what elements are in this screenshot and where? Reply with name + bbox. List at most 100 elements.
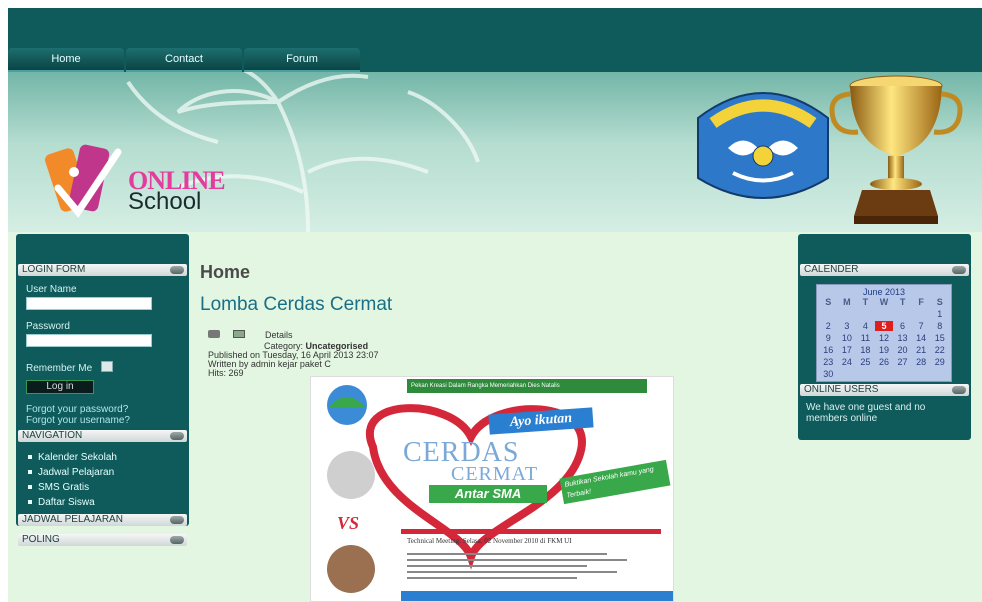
tab-contact[interactable]: Contact <box>126 48 242 72</box>
main-content: Home Lomba Cerdas Cermat Details Categor… <box>200 234 790 602</box>
calendar-blank-cell <box>856 309 875 319</box>
page: Home Contact Forum ONLINE School LOGIN F… <box>8 8 982 602</box>
email-icon[interactable] <box>232 330 245 338</box>
left-sidebar: LOGIN FORM User Name Password Remember M… <box>16 234 189 546</box>
nav-item-daftar-siswa[interactable]: Daftar Siswa <box>28 495 189 510</box>
calendar-title-text: CALENDER <box>804 264 859 275</box>
calendar-day[interactable]: 27 <box>893 357 912 367</box>
calendar-blank-cell <box>893 309 912 319</box>
jadwal-pelajaran-title: JADWAL PELAJARAN <box>18 514 187 526</box>
nav-item-kalender-sekolah[interactable]: Kalender Sekolah <box>28 450 189 465</box>
calendar-day[interactable]: 13 <box>893 333 912 343</box>
calendar-title: CALENDER <box>800 264 969 276</box>
calendar-day-header: T <box>899 297 906 307</box>
logo-school-text: School <box>128 188 202 215</box>
calendar-day[interactable]: 18 <box>856 345 875 355</box>
calendar-day[interactable]: 28 <box>912 357 931 367</box>
calendar-day[interactable]: 9 <box>819 333 838 343</box>
collapse-toggle-icon[interactable] <box>170 516 184 524</box>
main-nav: Home Contact Forum <box>8 48 362 72</box>
online-users-title: ONLINE USERS <box>800 384 969 396</box>
calendar-blank-cell <box>838 309 857 319</box>
nav-item-label: Kalender Sekolah <box>38 452 117 463</box>
calendar-day-header: M <box>843 297 851 307</box>
tab-home[interactable]: Home <box>8 48 124 72</box>
poling-title-text: POLING <box>22 534 60 545</box>
navigation-list: Kalender Sekolah Jadwal Pelajaran SMS Gr… <box>16 442 189 510</box>
calendar-day[interactable]: 29 <box>930 357 949 367</box>
lomba-poster-image: Pekan Kreasi Dalam Rangka Memeriahkan Di… <box>310 376 674 602</box>
calendar-day[interactable]: 7 <box>912 321 931 331</box>
online-users-text: We have one guest and no members online <box>806 402 926 424</box>
top-bar: Home Contact Forum <box>8 8 982 72</box>
calendar-day[interactable]: 15 <box>930 333 949 343</box>
calendar-day[interactable]: 26 <box>875 357 894 367</box>
poster-vs: VS <box>337 513 360 533</box>
nav-item-sms-gratis[interactable]: SMS Gratis <box>28 480 189 495</box>
nav-item-label: Daftar Siswa <box>38 497 95 508</box>
page-title: Home <box>200 262 251 282</box>
right-sidebar: CALENDER June 2013 S M T W T F S 1 2 3 4 5 6 7 8 9 10 11 1… <box>798 234 971 440</box>
collapse-toggle-icon[interactable] <box>170 432 184 440</box>
calendar-day[interactable]: 24 <box>838 357 857 367</box>
calendar-day[interactable]: 10 <box>838 333 857 343</box>
bullet-icon <box>28 500 32 505</box>
poster-antar-sma: Antar SMA <box>429 485 547 503</box>
calendar-day-header: S <box>936 297 943 307</box>
poster-tech-meeting: Technical Meeting: Selasa, 02 November 2… <box>407 537 572 545</box>
poster-bottom-band <box>401 591 673 601</box>
calendar-day[interactable]: 11 <box>856 333 875 343</box>
calendar-day[interactable]: 2 <box>819 321 838 331</box>
calendar-day[interactable]: 6 <box>893 321 912 331</box>
logo-check-icon <box>45 144 122 218</box>
forgot-password-link[interactable]: Forgot your password? <box>26 404 189 415</box>
online-users-title-text: ONLINE USERS <box>804 384 879 395</box>
tut-wuri-handayani-emblem <box>697 92 829 199</box>
username-field[interactable] <box>26 297 152 310</box>
calendar-day[interactable]: 14 <box>912 333 931 343</box>
calendar-day[interactable]: 22 <box>930 345 949 355</box>
calendar-day-today[interactable]: 5 <box>874 321 894 331</box>
poster-body-lines <box>407 549 647 583</box>
calendar-day[interactable]: 19 <box>875 345 894 355</box>
trophy-icon <box>829 75 963 224</box>
navigation-title-text: NAVIGATION <box>22 430 83 441</box>
calendar-month: June 2013 <box>862 287 906 297</box>
calendar-day[interactable]: 21 <box>912 345 931 355</box>
calendar-day-header: F <box>918 297 924 307</box>
calendar-day-header: S <box>825 297 832 307</box>
calendar-blank-cell <box>912 309 931 319</box>
collapse-toggle-icon[interactable] <box>952 386 966 394</box>
calendar-day[interactable]: 3 <box>838 321 857 331</box>
tab-forum[interactable]: Forum <box>244 48 360 72</box>
calendar-day[interactable]: 23 <box>819 357 838 367</box>
calendar-day[interactable]: 8 <box>930 321 949 331</box>
collapse-toggle-icon[interactable] <box>952 266 966 274</box>
calendar-day[interactable]: 16 <box>819 345 838 355</box>
print-icon[interactable] <box>208 330 220 338</box>
collapse-toggle-icon[interactable] <box>170 536 184 544</box>
site-logo[interactable]: ONLINE School <box>44 142 264 222</box>
calendar-day[interactable]: 1 <box>930 309 949 319</box>
calendar-day[interactable]: 30 <box>819 369 838 379</box>
password-field[interactable] <box>26 334 152 347</box>
nav-item-jadwal-pelajaran[interactable]: Jadwal Pelajaran <box>28 465 189 480</box>
calendar-grid: S M T W T F S 1 2 3 4 5 6 7 8 9 10 11 12 13 14 15 16 17 18 19 20 21… <box>819 297 949 379</box>
forgot-username-link[interactable]: Forgot your username? <box>26 415 189 426</box>
poling-title: POLING <box>18 534 187 546</box>
bullet-icon <box>28 455 32 460</box>
login-button[interactable]: Log in <box>26 380 94 394</box>
poster-cermat: CERMAT <box>451 463 539 485</box>
calendar-day[interactable]: 12 <box>875 333 894 343</box>
navigation-title: NAVIGATION <box>18 430 187 442</box>
remember-me-checkbox[interactable] <box>100 361 113 373</box>
jadwal-pelajaran-title-text: JADWAL PELAJARAN <box>22 514 123 525</box>
collapse-toggle-icon[interactable] <box>170 266 184 274</box>
calendar-day[interactable]: 20 <box>893 345 912 355</box>
details-label: Details <box>265 330 293 340</box>
article-title[interactable]: Lomba Cerdas Cermat <box>200 294 392 316</box>
calendar-day[interactable]: 17 <box>838 345 857 355</box>
calendar-day[interactable]: 4 <box>856 321 875 331</box>
calendar-day[interactable]: 25 <box>856 357 875 367</box>
header-banner: ONLINE School <box>8 72 982 232</box>
